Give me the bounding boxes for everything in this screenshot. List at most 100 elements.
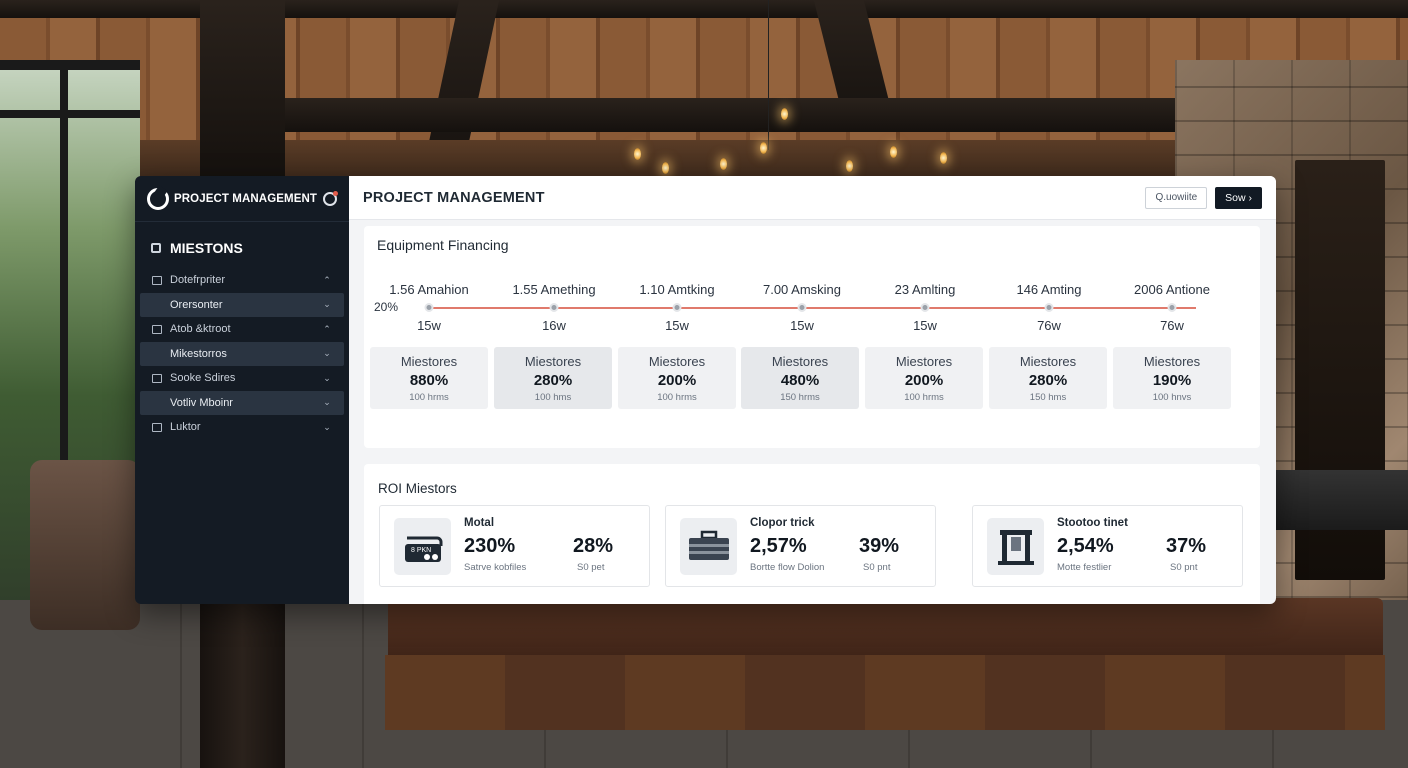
roi-secondary-caption: S0 pnt: [1170, 562, 1198, 573]
bulb: [760, 142, 767, 154]
milestone-name: Miestores: [895, 354, 953, 369]
roi-card[interactable]: Clopor trick 2,57% Bortte flow Dolion 39% S0…: [665, 505, 936, 587]
save-button[interactable]: Sow ›: [1215, 186, 1262, 209]
sidebar-item-label: Sooke Sdires: [170, 372, 236, 385]
settings-icon[interactable]: [323, 190, 338, 206]
financing-title: Equipment Financing: [377, 237, 509, 253]
sidebar-item[interactable]: Votliv Mboinr ⌄: [140, 390, 344, 415]
sidebar-item-icon: [152, 324, 162, 334]
sidebar-item[interactable]: Atob &ktroot ⌃: [140, 317, 344, 342]
wood-post-upper: [200, 0, 285, 180]
toolbox-icon: [680, 518, 737, 575]
bench: [1275, 470, 1408, 530]
milestone-name: Miestores: [1143, 354, 1201, 369]
chevron-down-icon[interactable]: ⌄: [322, 299, 332, 310]
timeline-week: 16w: [542, 318, 566, 333]
roi-secondary-value: 28%: [573, 535, 614, 557]
milestone-hours: 100 hnvs: [1152, 392, 1192, 403]
milestone-card[interactable]: Miestores 190% 100 hnvs: [1113, 347, 1231, 409]
roi-milestones-card: ROI Miestors 8 PKN Motal 230% Satrve kobfil…: [364, 464, 1260, 604]
timeline-dot[interactable]: [1167, 303, 1177, 312]
roi-primary-caption: Satrve kobfiles: [464, 562, 527, 573]
milestone-card[interactable]: Miestores 480% 150 hrms: [741, 347, 859, 409]
milestone-icon: [151, 243, 161, 253]
roi-card[interactable]: 8 PKN Motal 230% Satrve kobfiles 28% S0 pet: [379, 505, 650, 587]
milestone-hours: 100 hrms: [904, 392, 944, 403]
timeline-label: 23 Amlting: [894, 282, 956, 297]
sofa-base: [385, 655, 1385, 730]
sidebar-section-label: MIESTONS: [170, 240, 243, 256]
chevron-down-icon[interactable]: ⌄: [322, 422, 332, 433]
sidebar-header: PROJECT MANAGEMENT: [135, 176, 349, 222]
equipment-financing-card: Equipment Financing 20% 1.56 Amahion 15w M…: [364, 226, 1260, 448]
sidebar-item[interactable]: Sooke Sdires ⌄: [140, 366, 344, 391]
timeline-progress: [426, 307, 1196, 309]
milestone-card[interactable]: Miestores 880% 100 hrms: [370, 347, 488, 409]
wood-post: [200, 600, 285, 768]
sidebar-item-icon: [152, 373, 162, 383]
milestone-name: Miestores: [400, 354, 458, 369]
milestone-card[interactable]: Miestores 200% 100 hrms: [865, 347, 983, 409]
timeline-week: 76w: [1037, 318, 1061, 333]
app-window: PROJECT MANAGEMENT MIESTONS Dotefrpriter…: [135, 176, 1276, 604]
timeline-week: 15w: [417, 318, 441, 333]
sidebar-item-label: Dotefrpriter: [170, 274, 226, 287]
machine-icon: 8 PKN: [394, 518, 451, 575]
timeline-dot[interactable]: [672, 303, 682, 312]
milestone-value: 200%: [657, 372, 697, 389]
sofa: [388, 598, 1383, 660]
svg-text:8 PKN: 8 PKN: [411, 547, 431, 554]
top-bar: PROJECT MANAGEMENT Q.uowiite Sow ›: [349, 176, 1276, 220]
roi-card-name: Stootoo tinet: [1057, 517, 1128, 529]
timeline-label: 146 Amting: [1016, 282, 1082, 297]
bulb: [890, 146, 897, 158]
chevron-down-icon[interactable]: ⌄: [322, 373, 332, 384]
sidebar-items: Dotefrpriter ⌃ Orersonter ⌄ Atob &ktroot ⌃ Mik…: [135, 268, 349, 440]
milestone-card[interactable]: Miestores 200% 100 hrms: [618, 347, 736, 409]
milestone-name: Miestores: [648, 354, 706, 369]
milestone-value: 880%: [409, 372, 449, 389]
timeline-dot[interactable]: [797, 303, 807, 312]
bulb: [634, 148, 641, 160]
milestone-value: 190%: [1152, 372, 1192, 389]
roi-primary-value: 230%: [464, 535, 516, 557]
chevron-down-icon[interactable]: ⌄: [322, 397, 332, 408]
search-button[interactable]: Q.uowiite: [1145, 186, 1208, 209]
sidebar-item[interactable]: Mikestorros ⌄: [140, 341, 344, 366]
timeline-dot[interactable]: [549, 303, 559, 312]
timeline-dot[interactable]: [920, 303, 930, 312]
milestone-hours: 100 hms: [534, 392, 572, 403]
milestone-card[interactable]: Miestores 280% 150 hms: [989, 347, 1107, 409]
chevron-up-icon[interactable]: ⌃: [322, 275, 332, 286]
app-title: PROJECT MANAGEMENT: [174, 192, 318, 205]
milestone-card[interactable]: Miestores 280% 100 hms: [494, 347, 612, 409]
roi-primary-value: 2,54%: [1057, 535, 1114, 557]
timeline-label: 1.56 Amahion: [389, 282, 469, 297]
sidebar-item-label: Orersonter: [170, 298, 223, 311]
timeline-dot[interactable]: [1044, 303, 1054, 312]
milestone-hours: 100 hrms: [657, 392, 697, 403]
chevron-down-icon[interactable]: ⌄: [322, 348, 332, 359]
bulb: [781, 108, 788, 120]
sidebar-item-label: Atob &ktroot: [170, 323, 231, 336]
chevron-up-icon[interactable]: ⌃: [322, 324, 332, 335]
roi-card-name: Motal: [464, 517, 495, 529]
timeline-week: 15w: [790, 318, 814, 333]
sidebar-item[interactable]: Luktor ⌄: [140, 415, 344, 440]
sidebar-item[interactable]: Orersonter ⌄: [140, 292, 344, 317]
sidebar-item-icon: [152, 422, 162, 432]
sidebar-item[interactable]: Dotefrpriter ⌃: [140, 268, 344, 293]
timeline-track: [426, 307, 1196, 309]
bulb: [940, 152, 947, 164]
sidebar-item-label: Luktor: [170, 421, 201, 434]
logo-icon: [147, 187, 169, 210]
sidebar-section-milestones[interactable]: MIESTONS: [135, 228, 349, 268]
timeline-label: 1.10 Amtking: [639, 282, 715, 297]
timeline-dot[interactable]: [424, 303, 434, 312]
milestone-hours: 150 hrms: [780, 392, 820, 403]
roi-primary-caption: Motte festlier: [1057, 562, 1112, 573]
milestone-value: 280%: [1028, 372, 1068, 389]
roi-secondary-caption: S0 pnt: [863, 562, 891, 573]
roi-card[interactable]: Stootoo tinet 2,54% Motte festlier 37% S0 pn…: [972, 505, 1243, 587]
sidebar: PROJECT MANAGEMENT MIESTONS Dotefrpriter…: [135, 176, 349, 604]
